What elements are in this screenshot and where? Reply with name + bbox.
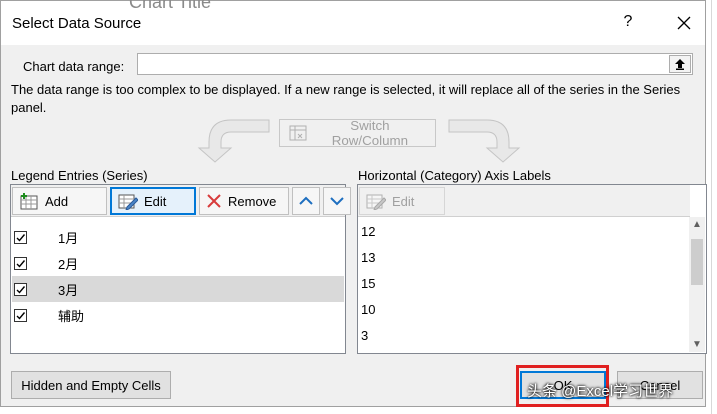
axis-labels-label: Horizontal (Category) Axis Labels [358,168,551,183]
collapse-dialog-icon [675,59,685,70]
switch-row-column-label: Switch Row/Column [331,118,409,148]
title-bar: Chart Title Select Data Source ? [1,0,705,45]
dialog-title: Select Data Source [12,15,142,32]
info-message: The data range is too complex to be disp… [11,82,681,115]
add-series-button[interactable]: Add [12,187,107,215]
series-name: 2月 [58,256,79,272]
edit-series-icon [118,194,138,210]
close-icon [677,16,691,30]
select-data-source-dialog: Chart Title Select Data Source ? Chart d… [0,0,707,407]
hidden-empty-cells-label: Hidden and Empty Cells [21,377,161,393]
watermark: 头条 @Excel学习世界 [527,383,674,400]
series-name: 1月 [58,230,79,246]
gridline [711,0,712,414]
legend-toolbar: Add Edit Remove [11,185,351,217]
add-label: Add [45,193,69,209]
chevron-up-icon [299,196,313,205]
axis-edit-label: Edit [392,193,415,209]
left-curved-arrow-icon [197,119,270,163]
edit-axis-icon [366,194,386,210]
series-name: 辅助 [58,308,85,324]
axis-label-item[interactable]: 10 [361,297,375,323]
add-series-icon [20,193,38,210]
move-down-button[interactable] [323,187,351,215]
axis-label-item[interactable]: 3 [361,323,368,349]
edit-axis-button[interactable]: Edit [359,187,445,215]
checkmark-icon [16,233,26,242]
right-curved-arrow-icon [448,119,521,163]
legend-entries-panel: Add Edit Remove 1月 2月 3月 辅助 [10,184,351,354]
remove-series-button[interactable]: Remove [199,187,289,215]
series-checkbox[interactable] [14,308,27,322]
switch-row-column-button[interactable]: Switch Row/Column [279,118,436,148]
scroll-up-icon[interactable]: ▲ [692,219,702,230]
series-row[interactable]: 辅助 [12,302,344,328]
chart-data-range-text: Chart data range: [23,59,125,74]
axis-labels-panel: Edit 12 13 15 10 3 ▲ ▼ [357,184,707,354]
scroll-thumb[interactable] [691,239,703,285]
edit-label: Edit [144,193,167,209]
axis-label-item[interactable]: 13 [361,245,375,271]
chart-data-range-label: Chart data range: [23,59,124,74]
checkmark-icon [16,285,26,294]
series-checkbox[interactable] [14,256,27,270]
axis-label-item[interactable]: 12 [361,219,375,245]
series-checkbox[interactable] [14,282,27,296]
series-row-selected[interactable]: 3月 [12,276,344,302]
chart-title-behind: Chart Title [129,0,212,12]
axis-toolbar: Edit [358,185,690,217]
edit-series-button[interactable]: Edit [110,187,196,215]
range-picker-button[interactable] [669,55,691,73]
series-row[interactable]: 2月 [12,250,344,276]
close-button[interactable] [671,10,697,36]
series-name: 3月 [58,282,79,298]
legend-entries-label: Legend Entries (Series) [11,168,148,183]
checkmark-icon [16,259,26,268]
move-up-button[interactable] [292,187,320,215]
chevron-down-icon [330,197,344,206]
help-button[interactable]: ? [618,13,638,31]
switch-row-column-icon [289,125,307,141]
series-row[interactable]: 1月 [12,224,344,250]
series-checkbox[interactable] [14,230,27,244]
scroll-down-icon[interactable]: ▼ [692,339,702,350]
axis-scrollbar[interactable]: ▲ ▼ [689,217,705,352]
remove-x-icon [207,194,221,208]
hidden-empty-cells-button[interactable]: Hidden and Empty Cells [11,371,171,399]
chart-data-range-input[interactable] [137,53,693,75]
remove-label: Remove [228,193,277,209]
axis-label-item[interactable]: 15 [361,271,375,297]
checkmark-icon [16,311,26,320]
